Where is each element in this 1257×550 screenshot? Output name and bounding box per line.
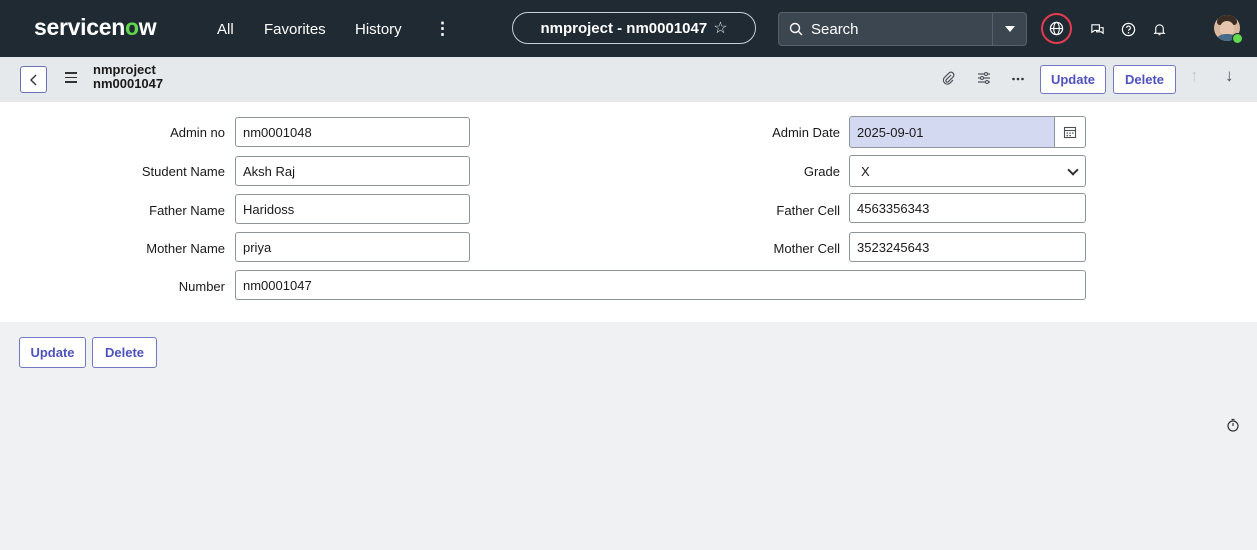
- header-update-button[interactable]: Update: [1040, 65, 1106, 94]
- form-footer-area: [0, 322, 1257, 550]
- nav-favorites[interactable]: Favorites: [264, 21, 326, 38]
- admin-no-field[interactable]: nm0001048: [235, 117, 470, 147]
- search-placeholder: Search: [811, 20, 859, 38]
- search-scope-dropdown[interactable]: [993, 12, 1027, 46]
- admin-date-field[interactable]: 2025-09-01: [849, 116, 1055, 148]
- nav-more-menu[interactable]: ⋮: [434, 19, 451, 39]
- globe-icon: [1049, 21, 1064, 36]
- attachment-icon[interactable]: [938, 68, 958, 88]
- nav-all[interactable]: All: [217, 21, 234, 38]
- student-name-label: Student Name: [141, 164, 225, 179]
- logo-text-end: w: [138, 14, 157, 40]
- record-context-pill[interactable]: nmproject - nm0001047 ☆: [512, 12, 756, 44]
- student-name-field[interactable]: Aksh Raj: [235, 156, 470, 186]
- personalize-form-icon[interactable]: [974, 68, 994, 88]
- mother-name-field[interactable]: priya: [235, 232, 470, 262]
- calendar-icon: [1063, 126, 1077, 139]
- date-picker-button[interactable]: [1054, 116, 1086, 148]
- next-record-arrow-icon[interactable]: ↓: [1225, 66, 1234, 86]
- favorite-star-icon[interactable]: ☆: [713, 18, 727, 38]
- mother-cell-label: Mother Cell: [773, 241, 840, 256]
- help-icon[interactable]: [1118, 19, 1138, 39]
- form-context-menu-icon[interactable]: [65, 72, 77, 86]
- number-field[interactable]: nm0001047: [235, 270, 1086, 300]
- footer-delete-button[interactable]: Delete: [92, 337, 157, 368]
- record-context-label: nmproject - nm0001047: [540, 19, 708, 37]
- header-delete-button[interactable]: Delete: [1113, 65, 1176, 94]
- presence-status-indicator: [1232, 33, 1243, 44]
- father-name-label: Father Name: [149, 203, 225, 218]
- language-globe-button[interactable]: [1041, 13, 1072, 44]
- chevron-down-icon: [1067, 164, 1079, 176]
- caret-down-icon: [1004, 26, 1015, 32]
- grade-select[interactable]: X: [849, 155, 1086, 187]
- footer-update-button[interactable]: Update: [19, 337, 86, 368]
- father-cell-label: Father Cell: [776, 203, 840, 218]
- servicenow-logo[interactable]: servicenow: [34, 14, 157, 41]
- record-table-name: nmproject: [93, 62, 156, 77]
- logo-text-start: servicen: [34, 14, 125, 40]
- number-label: Number: [178, 279, 225, 294]
- grade-selected-value: X: [861, 163, 870, 179]
- admin-date-label: Admin Date: [772, 125, 840, 140]
- record-number: nm0001047: [93, 76, 164, 91]
- previous-record-arrow-icon[interactable]: ↑: [1190, 66, 1199, 86]
- chevron-left-icon: [29, 74, 36, 85]
- notification-bell-icon[interactable]: [1149, 19, 1169, 39]
- mother-name-label: Mother Name: [146, 241, 225, 256]
- chat-icon[interactable]: [1087, 19, 1107, 39]
- form-header: nmproject nm0001047 Update Delete ↑ ↓: [0, 57, 1257, 102]
- global-search-input[interactable]: Search: [778, 12, 993, 46]
- timer-icon[interactable]: [1226, 418, 1240, 432]
- nav-history[interactable]: History: [355, 21, 402, 38]
- father-name-field[interactable]: Haridoss: [235, 194, 470, 224]
- father-cell-field[interactable]: 4563356343: [849, 193, 1086, 223]
- top-navigation-bar: servicenow All Favorites History ⋮ nmpro…: [0, 0, 1257, 57]
- admin-no-label: Admin no: [170, 125, 225, 140]
- mother-cell-field[interactable]: 3523245643: [849, 232, 1086, 262]
- search-icon: [789, 22, 803, 36]
- logo-text-o: o: [124, 14, 139, 40]
- grade-label: Grade: [803, 164, 840, 179]
- back-button[interactable]: [20, 66, 47, 93]
- more-actions-icon[interactable]: [1008, 68, 1028, 88]
